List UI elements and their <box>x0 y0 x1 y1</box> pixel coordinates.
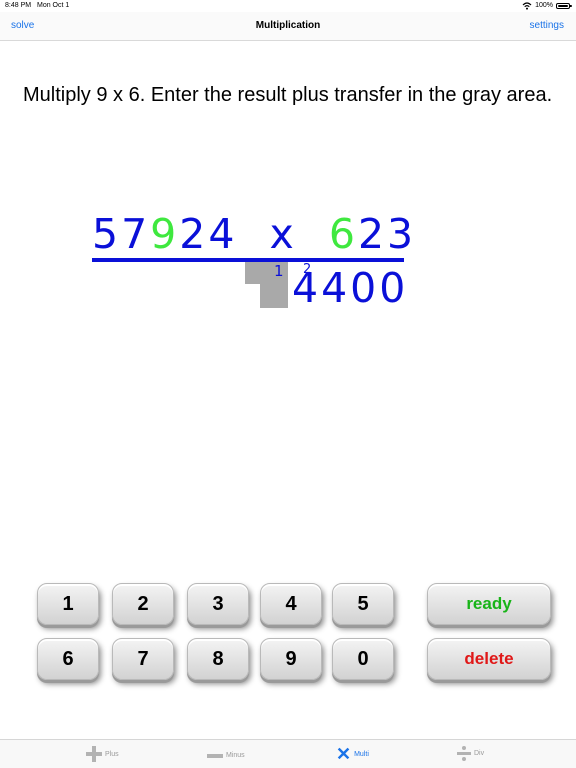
settings-button[interactable]: settings <box>530 20 564 31</box>
ready-button[interactable]: ready <box>427 583 551 625</box>
key-4[interactable]: 4 <box>260 583 322 625</box>
tab-bar: Plus Minus ✕ Multi Div <box>0 739 576 768</box>
multiply-operator: x <box>269 210 297 258</box>
partial-result: 4400 <box>292 264 409 312</box>
tab-minus[interactable]: Minus <box>207 752 245 759</box>
status-date: Mon Oct 1 <box>37 2 70 9</box>
plus-icon <box>86 746 102 762</box>
key-0[interactable]: 0 <box>332 638 394 680</box>
nav-bar: solve Multiplication settings <box>0 12 576 41</box>
tab-div[interactable]: Div <box>457 746 485 761</box>
multiplier-suffix: 23 <box>357 210 417 258</box>
delete-label: delete <box>464 649 514 668</box>
key-label: 5 <box>357 592 369 615</box>
delete-button[interactable]: delete <box>427 638 551 680</box>
wifi-icon <box>522 2 532 10</box>
minus-icon <box>207 753 223 758</box>
tab-plus[interactable]: Plus <box>86 746 119 762</box>
key-label: 4 <box>285 592 297 615</box>
instruction-text: Multiply 9 x 6. Enter the result plus tr… <box>23 84 553 106</box>
key-label: 1 <box>62 592 74 615</box>
multiplier-active-digit: 6 <box>328 210 358 258</box>
multiplication-problem: 57924 x 623 <box>92 210 416 258</box>
key-label: 6 <box>62 647 74 670</box>
key-label: 3 <box>212 592 224 615</box>
key-8[interactable]: 8 <box>187 638 249 680</box>
status-right: 100% <box>522 0 572 12</box>
key-7[interactable]: 7 <box>112 638 174 680</box>
status-bar: 8:48 PM Mon Oct 1 100% <box>0 0 576 12</box>
key-3[interactable]: 3 <box>187 583 249 625</box>
ready-label: ready <box>466 594 512 613</box>
carry-digit: 1 <box>274 262 284 280</box>
tab-multi[interactable]: ✕ Multi <box>336 744 369 764</box>
battery-icon <box>556 3 572 9</box>
key-label: 9 <box>285 647 297 670</box>
status-time: 8:48 PM <box>5 2 32 9</box>
divide-icon <box>457 746 471 761</box>
multiplicand-active-digit: 9 <box>150 210 180 258</box>
tab-label: Minus <box>226 752 245 759</box>
tab-label: Plus <box>105 750 119 758</box>
key-label: 2 <box>137 592 149 615</box>
key-label: 7 <box>137 647 149 670</box>
key-label: 0 <box>357 647 369 670</box>
tab-label: Div <box>474 749 485 757</box>
key-label: 8 <box>212 647 224 670</box>
divide-dot <box>462 757 466 761</box>
multiplicand-suffix: 24 <box>179 210 238 258</box>
tab-label: Multi <box>354 750 369 758</box>
page-title: Multiplication <box>255 20 321 31</box>
times-icon: ✕ <box>336 744 352 764</box>
battery-percent: 100% <box>535 2 553 9</box>
key-9[interactable]: 9 <box>260 638 322 680</box>
key-6[interactable]: 6 <box>37 638 99 680</box>
carry-input-area[interactable] <box>245 262 260 284</box>
key-2[interactable]: 2 <box>112 583 174 625</box>
divide-bar <box>457 752 471 755</box>
key-5[interactable]: 5 <box>332 583 394 625</box>
key-1[interactable]: 1 <box>37 583 99 625</box>
multiplicand-prefix: 57 <box>92 210 151 258</box>
divide-dot <box>462 746 466 750</box>
